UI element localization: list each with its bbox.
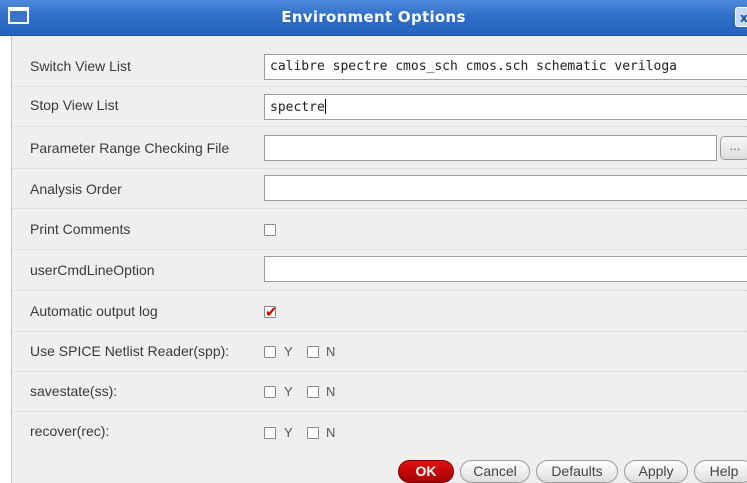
check-mark-icon: ✔ [265,303,278,321]
title-bar[interactable]: Environment Options x [0,0,747,36]
row-divider [12,290,747,291]
switch-view-list-field[interactable]: calibre spectre cmos_sch cmos.sch schema… [264,54,747,80]
close-button[interactable]: x [735,7,747,27]
print-comments-label: Print Comments [30,221,131,237]
print-comments-checkbox[interactable] [264,224,276,236]
row-divider [12,86,747,87]
browse-button[interactable]: ... [720,136,747,160]
row-divider [12,126,747,127]
row-divider [12,168,747,169]
environment-options-dialog: Environment Options x Switch View List c… [0,0,747,483]
stop-view-list-value: spectre [270,100,325,115]
window-title: Environment Options [281,8,466,26]
cancel-button[interactable]: Cancel [460,460,530,483]
ok-button[interactable]: OK [398,460,454,483]
savestate-no-label: N [326,384,336,399]
spp-no-checkbox[interactable] [307,346,319,358]
spp-yes-checkbox[interactable] [264,346,276,358]
left-border [0,36,12,483]
recover-yes-label: Y [284,425,293,440]
recover-no-label: N [326,425,336,440]
user-cmd-line-option-field[interactable] [264,256,747,282]
savestate-yes-label: Y [284,384,293,399]
recover-label: recover(rec): [30,423,110,439]
param-range-file-field[interactable] [264,135,717,161]
text-cursor [324,99,326,114]
analysis-order-label: Analysis Order [30,181,122,197]
row-divider [12,208,747,209]
savestate-yes-checkbox[interactable] [264,386,276,398]
user-cmd-line-option-label: userCmdLineOption [30,262,155,278]
switch-view-list-label: Switch View List [30,58,131,74]
switch-view-list-value: calibre spectre cmos_sch cmos.sch schema… [270,59,677,74]
row-divider [12,411,747,412]
param-range-file-label: Parameter Range Checking File [30,140,230,156]
analysis-order-field[interactable] [264,175,747,201]
automatic-output-log-checkbox[interactable]: ✔ [264,303,278,321]
help-button[interactable]: Help [694,460,747,483]
automatic-output-log-label: Automatic output log [30,303,158,319]
spp-no-label: N [326,344,336,359]
recover-yes-checkbox[interactable] [264,427,276,439]
recover-no-checkbox[interactable] [307,427,319,439]
spp-yes-label: Y [284,344,293,359]
stop-view-list-label: Stop View List [30,97,119,113]
row-divider [12,331,747,332]
savestate-no-checkbox[interactable] [307,386,319,398]
row-divider [12,371,747,372]
defaults-button[interactable]: Defaults [536,460,618,483]
stop-view-list-field[interactable]: spectre [264,94,747,120]
use-spice-netlist-reader-label: Use SPICE Netlist Reader(spp): [30,343,230,359]
savestate-label: savestate(ss): [30,383,118,399]
apply-button[interactable]: Apply [624,460,688,483]
row-divider [12,249,747,250]
